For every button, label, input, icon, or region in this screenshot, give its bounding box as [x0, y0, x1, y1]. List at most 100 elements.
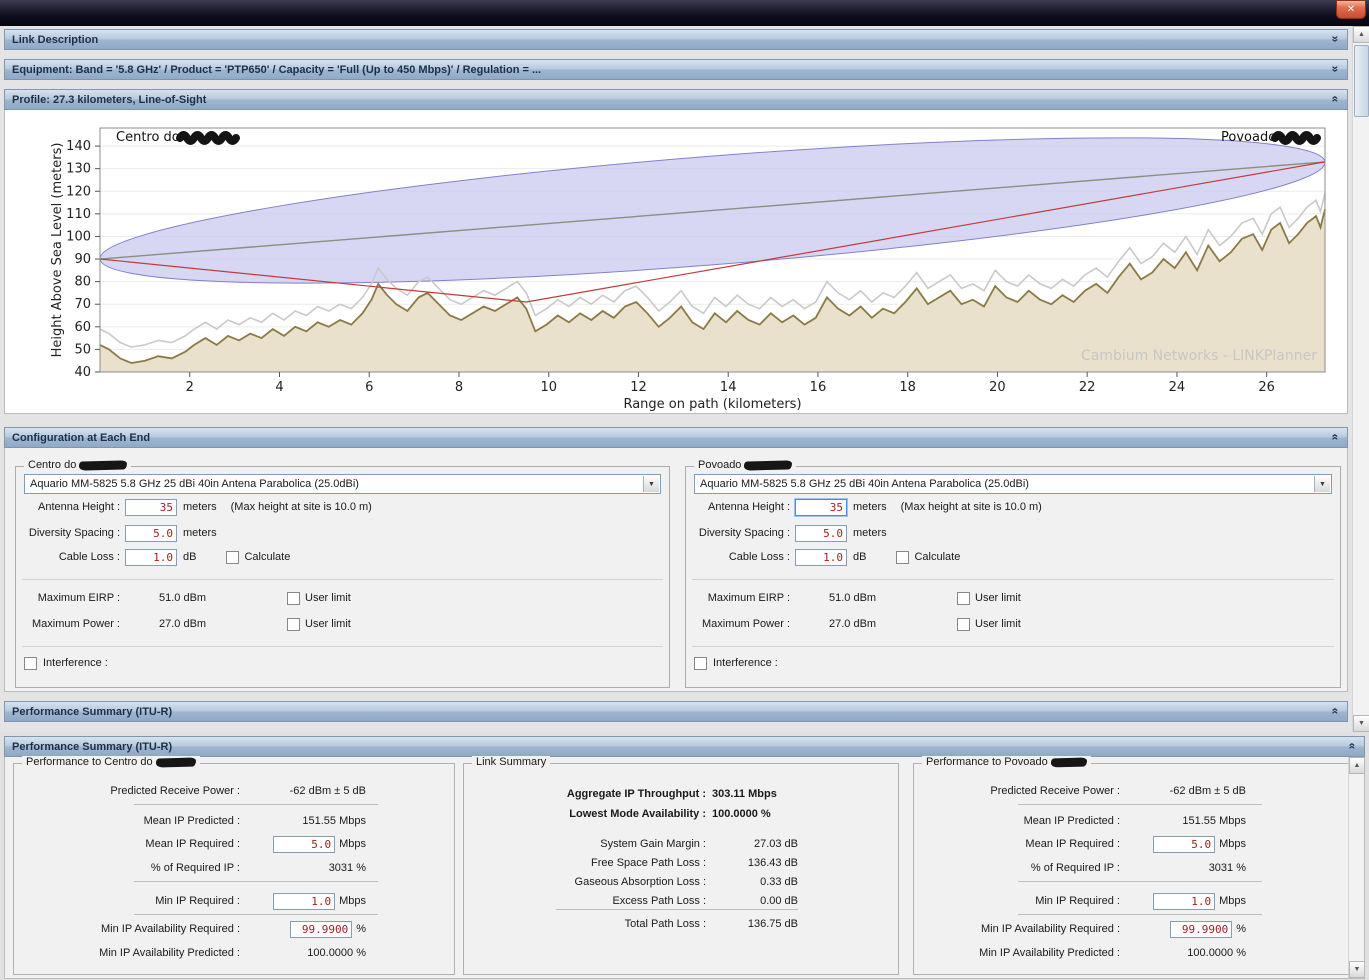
eirp-user-limit-checkbox[interactable] [287, 592, 300, 605]
redaction-scribble [155, 757, 195, 767]
unit-label: % [356, 923, 366, 935]
unit-label: meters [853, 527, 887, 539]
mean-ip-required-input[interactable] [1153, 836, 1215, 853]
power-user-limit-checkbox[interactable] [957, 618, 970, 631]
row-label: % of Required IP : [914, 862, 1126, 874]
dock-scrollbar[interactable]: ▲ ▼ [1348, 757, 1364, 978]
unit-label: Mbps [1219, 895, 1246, 907]
svg-text:Height Above Sea Level (meters: Height Above Sea Level (meters) [50, 143, 65, 358]
scroll-up-button[interactable]: ▲ [1353, 26, 1369, 43]
power-user-limit-checkbox[interactable] [287, 618, 300, 631]
site-name: Centro do [28, 459, 76, 471]
min-ip-required-input[interactable] [273, 893, 335, 910]
divider [22, 579, 663, 580]
svg-text:40: 40 [74, 365, 91, 380]
user-limit-label: User limit [305, 618, 351, 630]
panel-header-performance-summary[interactable]: Performance Summary (ITU-R) « [4, 701, 1348, 722]
unit-label: meters [853, 501, 887, 513]
dropdown-arrow-icon[interactable]: ▼ [1314, 476, 1330, 492]
group-title-left-site: Centro do [24, 459, 131, 471]
panel-title: Profile: 27.3 kilometers, Line-of-Sight [12, 94, 206, 106]
group-title-text: Performance to Povoado [926, 756, 1048, 768]
svg-text:70: 70 [74, 297, 91, 312]
diversity-spacing-input[interactable] [125, 525, 177, 542]
antenna-height-input[interactable] [795, 499, 847, 516]
mean-ip-required-input[interactable] [273, 836, 335, 853]
max-eirp-label: Maximum EIRP : [694, 592, 790, 604]
calculate-checkbox[interactable] [896, 551, 909, 564]
row-label: Mean IP Predicted : [14, 815, 246, 827]
antenna-select[interactable]: Aquario MM-5825 5.8 GHz 25 dBi 40in Ante… [24, 474, 661, 494]
svg-text:20: 20 [989, 380, 1006, 395]
profile-panel-body: 2468101214161820222426405060708090100110… [4, 110, 1348, 414]
eirp-user-limit-checkbox[interactable] [957, 592, 970, 605]
antenna-select[interactable]: Aquario MM-5825 5.8 GHz 25 dBi 40in Ante… [694, 474, 1332, 494]
cable-loss-input[interactable] [125, 549, 177, 566]
divider [1018, 804, 1262, 805]
antenna-height-input[interactable] [125, 499, 177, 516]
svg-text:24: 24 [1169, 380, 1186, 395]
row-value: 136.75 dB [712, 918, 798, 930]
cable-loss-input[interactable] [795, 549, 847, 566]
chevron-up-icon[interactable]: « [1329, 434, 1343, 441]
divider [134, 914, 378, 915]
cable-loss-label: Cable Loss : [24, 551, 120, 563]
max-power-label: Maximum Power : [24, 618, 120, 630]
row-value: 0.33 dB [712, 876, 798, 888]
antenna-height-label: Antenna Height : [24, 501, 120, 513]
row-value: 151.55 Mbps [1182, 815, 1246, 827]
chevron-up-icon[interactable]: « [1346, 743, 1360, 750]
aggregate-throughput-label: Aggregate IP Throughput : [464, 788, 712, 800]
chevron-up-icon[interactable]: « [1329, 96, 1343, 103]
divider [692, 579, 1334, 580]
chevron-down-icon[interactable]: » [1329, 66, 1343, 73]
lowest-mode-availability-label: Lowest Mode Availability : [464, 808, 712, 820]
scrollbar-thumb[interactable] [1354, 45, 1369, 117]
max-height-note: (Max height at site is 10.0 m) [901, 501, 1042, 513]
row-label: Min IP Availability Required : [14, 923, 246, 935]
window-close-button[interactable]: ✕ [1336, 0, 1366, 19]
performance-group-right: Performance to Povoado Predicted Receive… [913, 763, 1349, 975]
row-label: Predicted Receive Power : [14, 785, 246, 797]
interference-checkbox[interactable] [694, 657, 707, 670]
aggregate-throughput-value: 303.11 Mbps [712, 788, 777, 800]
window-titlebar: ✕ [0, 0, 1369, 26]
min-ip-required-input[interactable] [1153, 893, 1215, 910]
row-label: System Gain Margin : [464, 838, 712, 850]
min-ip-availability-required-input[interactable] [1170, 921, 1232, 938]
chevron-up-icon[interactable]: « [1329, 708, 1343, 715]
panel-header-link-description[interactable]: Link Description » [4, 29, 1348, 50]
scroll-up-button[interactable]: ▲ [1349, 757, 1365, 774]
diversity-spacing-input[interactable] [795, 525, 847, 542]
scroll-down-button[interactable]: ▼ [1349, 961, 1365, 978]
antenna-height-label: Antenna Height : [694, 501, 790, 513]
panel-header-equipment[interactable]: Equipment: Band = '5.8 GHz' / Product = … [4, 59, 1348, 80]
unit-label: meters [183, 501, 217, 513]
interference-checkbox[interactable] [24, 657, 37, 670]
svg-text:120: 120 [66, 184, 91, 199]
redaction-scribble [744, 460, 792, 470]
min-ip-availability-required-input[interactable] [290, 921, 352, 938]
svg-text:22: 22 [1079, 380, 1096, 395]
calculate-label: Calculate [914, 551, 960, 563]
scroll-down-button[interactable]: ▼ [1353, 715, 1369, 732]
panel-header-performance-docked[interactable]: Performance Summary (ITU-R) « [4, 736, 1365, 757]
row-value: 0.00 dB [712, 895, 798, 907]
lowest-mode-availability-value: 100.0000 % [712, 808, 771, 820]
diversity-spacing-label: Diversity Spacing : [24, 527, 120, 539]
dropdown-arrow-icon[interactable]: ▼ [643, 476, 659, 492]
calculate-checkbox[interactable] [226, 551, 239, 564]
group-title-text: Performance to Centro do [26, 756, 153, 768]
panel-title: Performance Summary (ITU-R) [12, 706, 172, 718]
group-title-right-site: Povoado [694, 459, 796, 471]
calculate-label: Calculate [244, 551, 290, 563]
svg-text:12: 12 [630, 380, 647, 395]
panel-header-profile[interactable]: Profile: 27.3 kilometers, Line-of-Sight … [4, 89, 1348, 110]
panel-header-configuration[interactable]: Configuration at Each End « [4, 427, 1348, 448]
max-power-value: 27.0 dBm [159, 618, 239, 630]
performance-summary-panel: Performance Summary (ITU-R) « Performanc… [0, 736, 1369, 980]
chevron-down-icon[interactable]: » [1329, 36, 1343, 43]
svg-text:Centro do: Centro do [116, 130, 180, 145]
vertical-scrollbar[interactable]: ▲ ▼ [1352, 26, 1369, 732]
antenna-select-value: Aquario MM-5825 5.8 GHz 25 dBi 40in Ante… [700, 478, 1029, 490]
